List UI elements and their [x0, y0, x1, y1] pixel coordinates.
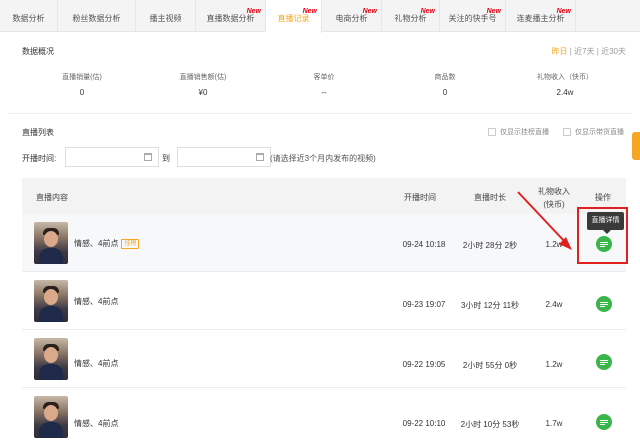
- annotation-arrow-icon: [517, 191, 572, 250]
- side-feedback-tab[interactable]: [632, 132, 640, 160]
